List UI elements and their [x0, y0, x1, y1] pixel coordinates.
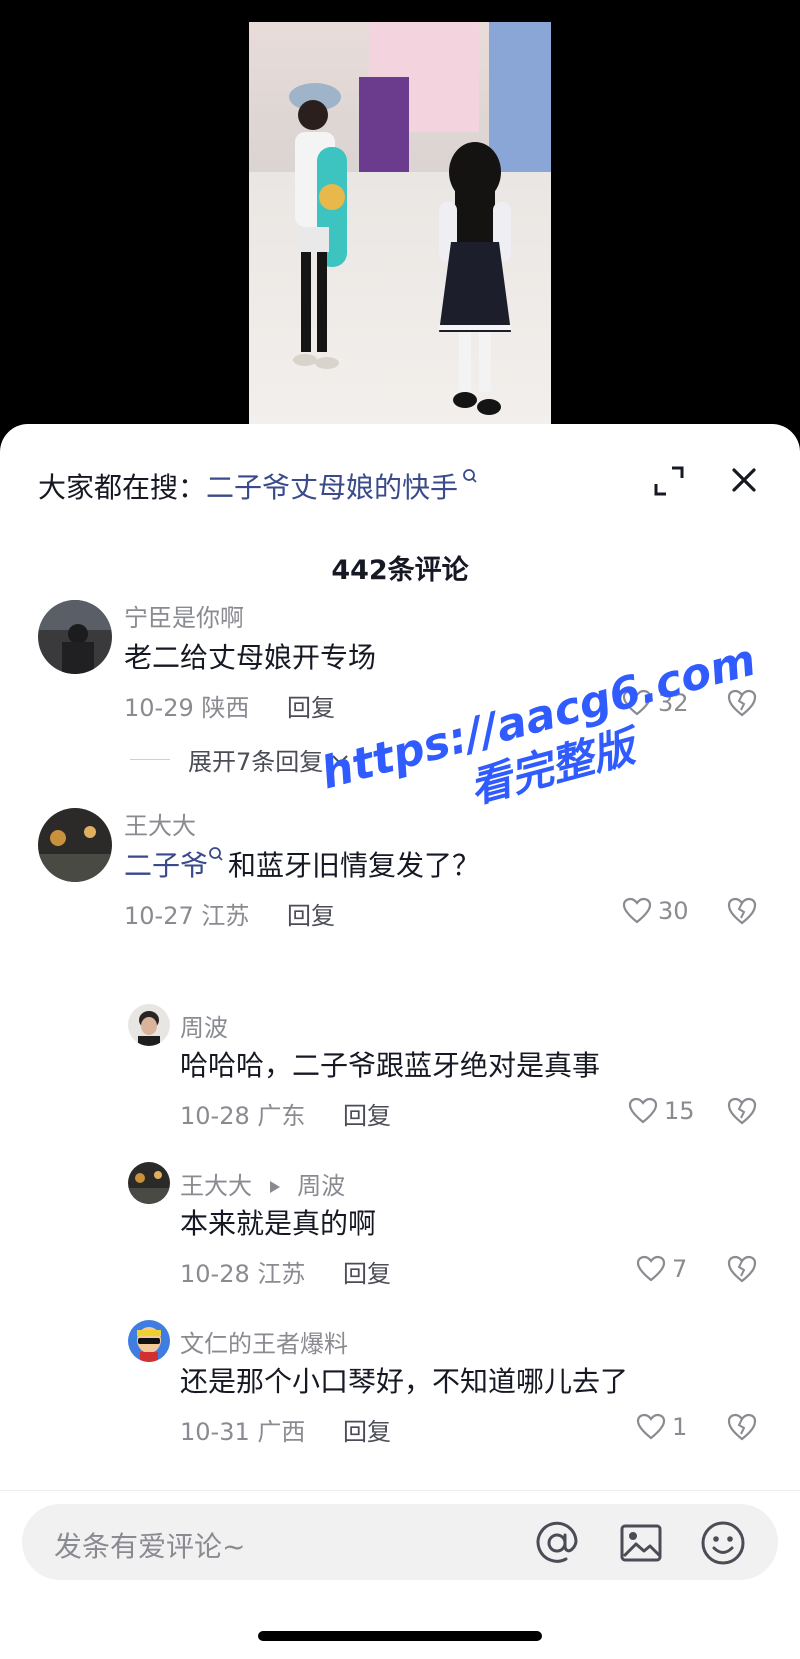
- reply-button[interactable]: 回复: [287, 694, 335, 722]
- comment-location: 江苏: [201, 902, 250, 930]
- search-icon: [209, 847, 223, 861]
- reply-date: 10-28: [180, 1102, 250, 1130]
- caret-right-icon: [269, 1181, 280, 1193]
- reply-location: 江苏: [257, 1260, 306, 1288]
- comment-username[interactable]: 宁臣是你啊: [124, 598, 244, 633]
- comment-input[interactable]: 发条有爱评论~: [22, 1504, 778, 1580]
- reply-username-row: 王大大 周波: [180, 1166, 345, 1201]
- reply-text[interactable]: 哈哈哈，二子爷跟蓝牙绝对是真事: [180, 1044, 600, 1084]
- like-button[interactable]: 7: [636, 1254, 687, 1284]
- reply-location: 广西: [257, 1418, 306, 1446]
- comments-count: 442条评论: [331, 555, 469, 586]
- dislike-icon[interactable]: [726, 896, 758, 926]
- emoji-icon[interactable]: [698, 1518, 748, 1568]
- reply-meta: 10-31 广西 回复: [180, 1412, 391, 1447]
- comment-date: 10-27: [124, 902, 194, 930]
- avatar[interactable]: [128, 1162, 170, 1204]
- reply-username[interactable]: 王大大: [180, 1172, 252, 1200]
- comment-input-bar: 发条有爱评论~: [0, 1490, 800, 1659]
- reply-text[interactable]: 本来就是真的啊: [180, 1202, 376, 1242]
- avatar-image: [128, 1004, 170, 1046]
- avatar[interactable]: [128, 1320, 170, 1362]
- heart-icon: [636, 1413, 666, 1440]
- comment-meta: 10-27 江苏 回复: [124, 896, 335, 931]
- reply-username[interactable]: 文仁的王者爆料: [180, 1324, 348, 1359]
- reply-date: 10-28: [180, 1260, 250, 1288]
- image-icon[interactable]: [618, 1520, 664, 1566]
- mention-at-icon[interactable]: [534, 1520, 580, 1566]
- fullscreen-icon[interactable]: [652, 464, 686, 498]
- mention-link[interactable]: 二子爷: [124, 849, 208, 882]
- search-icon: [463, 469, 477, 483]
- comments-sheet: 大家都在搜：二子爷丈母娘的快手 442条评论 宁臣是你啊 老二给丈母娘开专场 1…: [0, 424, 800, 1658]
- heart-icon: [622, 897, 652, 924]
- avatar-image: [128, 1162, 170, 1204]
- like-count: 15: [664, 1097, 695, 1125]
- avatar[interactable]: [128, 1004, 170, 1046]
- like-button[interactable]: 15: [628, 1096, 695, 1126]
- search-suggestion-keyword[interactable]: 二子爷丈母娘的快手: [206, 471, 458, 504]
- like-count: 7: [672, 1255, 688, 1283]
- dislike-icon[interactable]: [726, 1412, 758, 1442]
- comment-location: 陕西: [201, 694, 250, 722]
- search-suggestion[interactable]: 大家都在搜：二子爷丈母娘的快手: [38, 466, 478, 506]
- reply-username[interactable]: 周波: [180, 1008, 228, 1043]
- heart-icon: [636, 1255, 666, 1282]
- home-indicator[interactable]: [258, 1631, 542, 1641]
- video-scene-display: [359, 77, 409, 177]
- reply-meta: 10-28 江苏 回复: [180, 1254, 391, 1289]
- reply-target-username[interactable]: 周波: [297, 1172, 345, 1200]
- reply-text[interactable]: 还是那个小口琴好，不知道哪儿去了: [180, 1360, 628, 1400]
- avatar[interactable]: [38, 808, 112, 882]
- reply-button[interactable]: 回复: [287, 902, 335, 930]
- comment-username[interactable]: 王大大: [124, 806, 196, 841]
- search-suggestion-prefix: 大家都在搜：: [38, 471, 207, 504]
- reply-button[interactable]: 回复: [343, 1418, 391, 1446]
- avatar-image: [128, 1320, 170, 1362]
- comment-date: 10-29: [124, 694, 194, 722]
- reply-location: 广东: [257, 1102, 306, 1130]
- close-icon[interactable]: [726, 462, 762, 498]
- reply-date: 10-31: [180, 1418, 250, 1446]
- like-count: 30: [658, 897, 689, 925]
- avatar[interactable]: [38, 600, 112, 674]
- reply-meta: 10-28 广东 回复: [180, 1096, 391, 1131]
- comment-meta: 10-29 陕西 回复: [124, 688, 335, 723]
- like-count: 1: [672, 1413, 688, 1441]
- dislike-icon[interactable]: [726, 1096, 758, 1126]
- video-figure-girl-right: [439, 142, 511, 415]
- reply-button[interactable]: 回复: [343, 1260, 391, 1288]
- video-preview[interactable]: [249, 22, 551, 424]
- avatar-image: [38, 600, 112, 674]
- divider-line: [130, 759, 170, 760]
- video-figure-girl-left: [289, 83, 347, 369]
- dislike-icon[interactable]: [726, 1254, 758, 1284]
- reply-button[interactable]: 回复: [343, 1102, 391, 1130]
- comment-text[interactable]: 老二给丈母娘开专场: [124, 636, 376, 676]
- heart-icon: [628, 1097, 658, 1124]
- like-button[interactable]: 1: [636, 1412, 687, 1442]
- like-button[interactable]: 30: [622, 896, 689, 926]
- comment-input-placeholder: 发条有爱评论~: [54, 1530, 246, 1563]
- avatar-image: [38, 808, 112, 882]
